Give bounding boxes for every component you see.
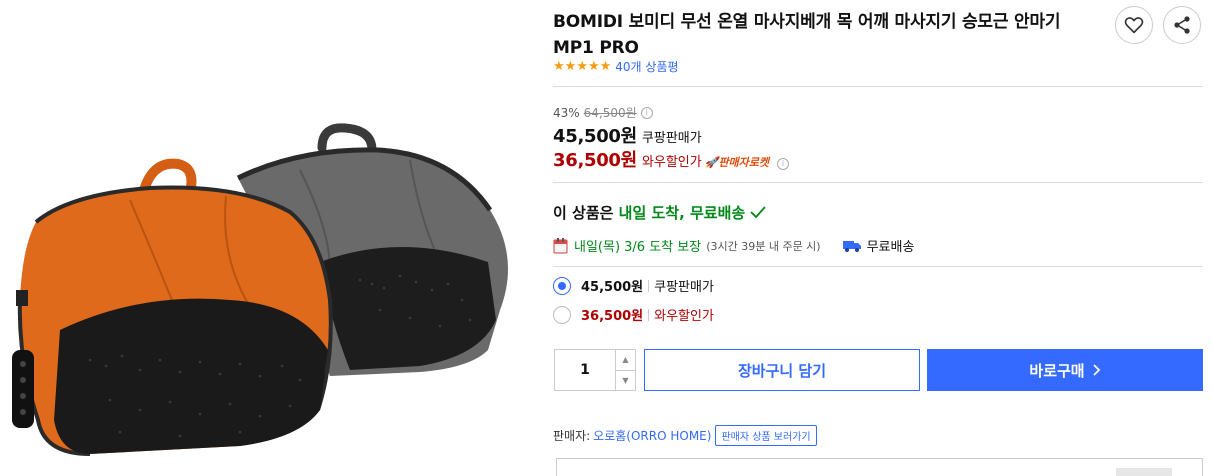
wow-price: 36,500원	[553, 150, 637, 171]
info-icon[interactable]: i	[777, 157, 790, 170]
product-info-panel: BOMIDI 보미디 무선 온열 마사지베개 목 어깨 마사지기 승모근 안마기…	[553, 0, 1203, 476]
divider	[553, 86, 1203, 87]
chevron-down-icon[interactable]: ▼	[616, 369, 635, 391]
seller-rocket-badge: 🚀판매자로켓	[704, 156, 770, 169]
option-price: 36,500원	[581, 309, 644, 324]
share-button[interactable]	[1163, 6, 1201, 44]
checkmark-icon	[750, 206, 767, 219]
star-icon: ★	[587, 58, 600, 74]
arrival-note: (3시간 39분 내 주문 시)	[706, 239, 821, 253]
option-label: 쿠팡판매가	[654, 280, 714, 295]
truck-icon	[842, 240, 861, 252]
star-icon: ★	[599, 58, 612, 74]
seller-row: 판매자: 오로홈(ORRO HOME) 판매자 상품 보러가기	[553, 425, 817, 446]
arrival-highlight: 내일 도착, 무료배송	[618, 204, 746, 222]
divider	[553, 182, 1203, 183]
price-option-coupang[interactable]: 45,500원 쿠팡판매가	[553, 276, 714, 295]
add-to-cart-button[interactable]: 장바구니 담기	[644, 349, 920, 391]
placeholder-bar	[1116, 468, 1172, 476]
star-rating: ★ ★ ★ ★ ★	[553, 58, 612, 74]
divider	[648, 279, 650, 292]
product-title: BOMIDI 보미디 무선 온열 마사지베개 목 어깨 마사지기 승모근 안마기…	[553, 12, 1061, 58]
arrival-date: 내일(목) 3/6 도착 보장	[574, 240, 702, 255]
seller-prefix: 판매자:	[553, 429, 591, 443]
arrival-headline: 이 상품은 내일 도착, 무료배송	[553, 202, 767, 223]
coupang-price-row: 45,500원 쿠팡판매가	[553, 122, 702, 148]
delivery-row: 내일(목) 3/6 도착 보장 (3시간 39분 내 주문 시) 무료배송	[553, 236, 914, 255]
free-shipping: 무료배송	[842, 236, 914, 255]
buy-now-label: 바로구매	[1029, 361, 1085, 380]
massage-pillow-illustration	[12, 123, 508, 456]
rating-row: ★ ★ ★ ★ ★ 40개 상품평	[553, 58, 679, 75]
discount-rate: 43%	[553, 105, 580, 120]
quantity-input[interactable]	[555, 350, 615, 390]
product-image	[0, 0, 540, 476]
option-price: 45,500원	[581, 280, 644, 295]
star-icon: ★	[564, 58, 577, 74]
chevron-right-icon	[1092, 364, 1100, 376]
seller-products-button[interactable]: 판매자 상품 보러가기	[715, 425, 817, 446]
heart-icon	[1124, 17, 1144, 34]
wow-price-label: 와우할인가	[641, 155, 702, 170]
rocket-icon: 🚀	[704, 156, 719, 169]
original-price: 64,500원	[583, 106, 637, 120]
review-count-link[interactable]: 40개 상품평	[615, 58, 678, 75]
star-icon: ★	[553, 58, 565, 74]
coupang-price: 45,500원	[553, 126, 637, 147]
radio-button[interactable]	[553, 305, 571, 324]
star-icon: ★	[576, 58, 588, 74]
option-label: 와우할인가	[654, 309, 714, 324]
radio-button[interactable]	[553, 276, 571, 295]
quantity-stepper: ▲ ▼	[554, 349, 636, 391]
additional-info-box	[556, 458, 1203, 476]
info-icon[interactable]: i	[640, 106, 653, 119]
divider	[648, 308, 650, 321]
wishlist-button[interactable]	[1115, 6, 1153, 44]
price-option-wow[interactable]: 36,500원 와우할인가	[553, 305, 714, 324]
share-icon	[1174, 16, 1190, 34]
discount-row: 43% 64,500원 i	[553, 104, 653, 121]
calendar-icon	[553, 237, 568, 253]
coupang-price-label: 쿠팡판매가	[641, 131, 702, 146]
wow-price-row: 36,500원 와우할인가 🚀판매자로켓 i	[553, 146, 790, 172]
divider	[553, 266, 1203, 267]
buy-now-button[interactable]: 바로구매	[927, 349, 1203, 391]
chevron-up-icon[interactable]: ▲	[616, 350, 635, 370]
seller-name-link[interactable]: 오로홈(ORRO HOME)	[593, 427, 711, 444]
